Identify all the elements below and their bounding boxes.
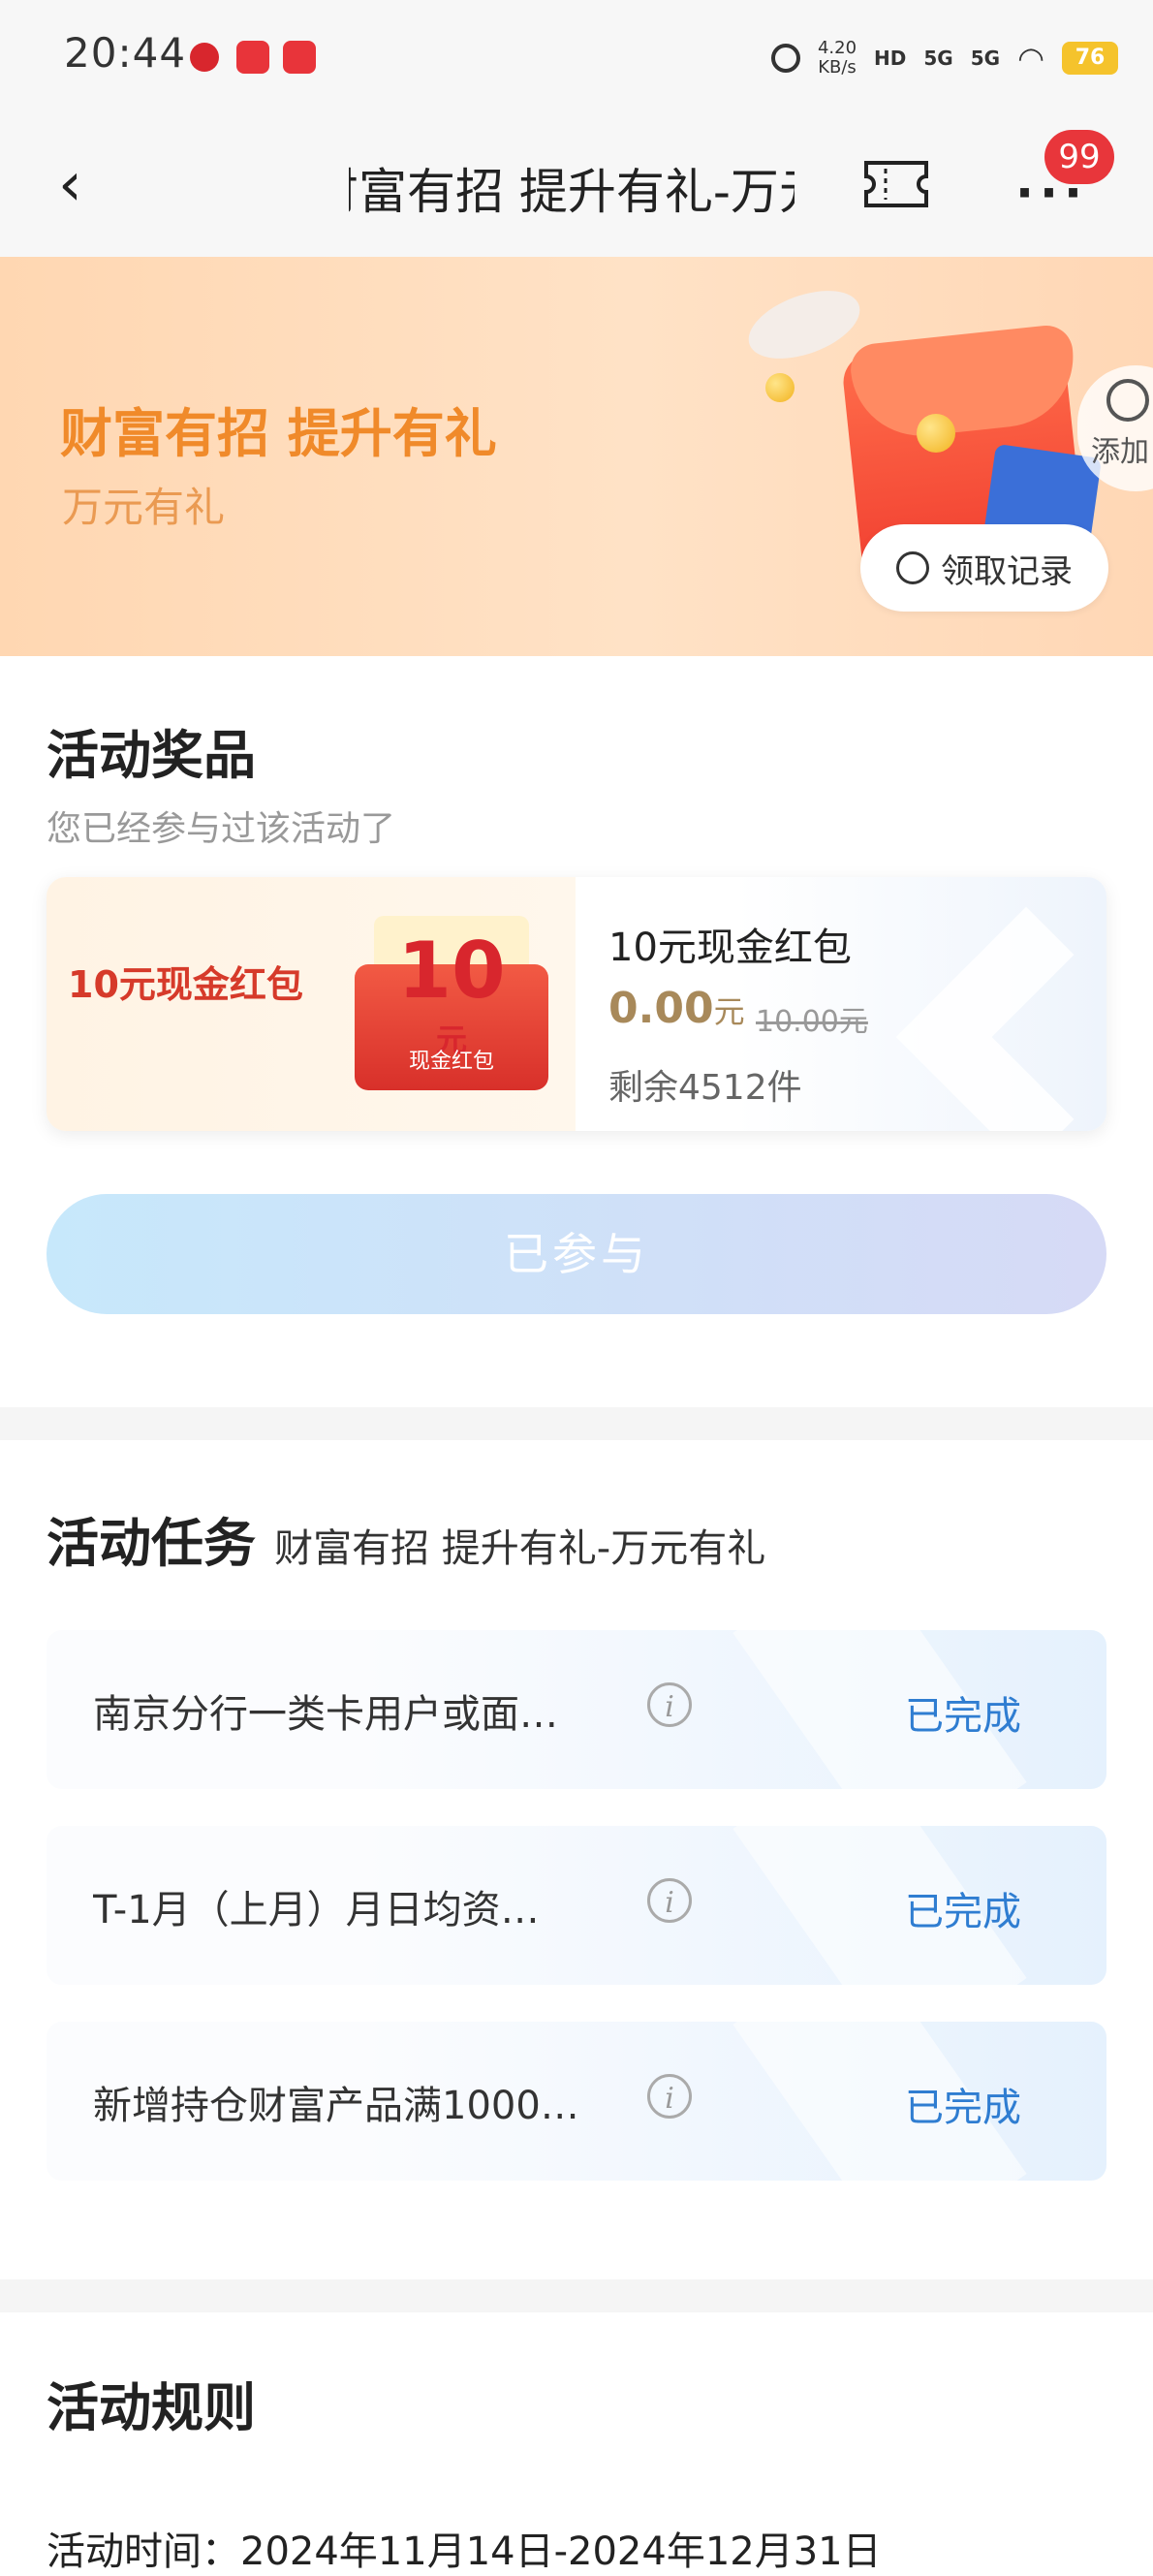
history-icon bbox=[896, 551, 929, 584]
prize-name: 10元现金红包 bbox=[608, 926, 852, 970]
app-notification-icon bbox=[236, 41, 269, 74]
activity-banner: 财富有招 提升有礼 万元有礼 添加 领取记录 bbox=[0, 257, 1153, 656]
signal-5g-icon: 5G bbox=[970, 47, 1001, 70]
unicom-icon bbox=[190, 43, 219, 72]
task-status: 已完成 bbox=[905, 1890, 1021, 1934]
red-envelope-caption: 现金红包 bbox=[408, 1050, 494, 1074]
section-divider bbox=[0, 2279, 1153, 2312]
page-title: 财富有招 提升有礼-万元有礼 bbox=[349, 153, 795, 221]
info-icon[interactable]: i bbox=[647, 2074, 692, 2119]
task-item[interactable]: T-1月（上月）月日均资… i 已完成 bbox=[47, 1826, 1106, 1985]
blimp-illustration bbox=[739, 277, 869, 372]
banner-title: 财富有招 提升有礼 bbox=[60, 403, 497, 464]
network-speed: 4.20 KB/s bbox=[818, 39, 857, 78]
rules-activity-time: 活动时间：2024年11月14日-2024年12月31日 bbox=[47, 2529, 882, 2574]
nav-bar: ‹ 财富有招 提升有礼-万元有礼 ··· 99 bbox=[0, 116, 1153, 257]
hd-icon: HD bbox=[874, 47, 907, 70]
network-speed-value: 4.20 bbox=[817, 38, 857, 58]
claim-record-label: 领取记录 bbox=[941, 551, 1073, 591]
network-speed-unit: KB/s bbox=[818, 57, 857, 78]
task-status: 已完成 bbox=[905, 2086, 1021, 2130]
task-item[interactable]: 新增持仓财富产品满1000… i 已完成 bbox=[47, 2022, 1106, 2181]
notification-badge: 99 bbox=[1044, 130, 1114, 184]
task-section-subtitle: 财富有招 提升有礼-万元有礼 bbox=[274, 1526, 766, 1571]
status-bar: 20:44 4.20 KB/s HD 5G 5G ◠ 76 bbox=[0, 0, 1153, 116]
prize-section-subtitle: 您已经参与过该活动了 bbox=[47, 809, 396, 849]
joined-button[interactable]: 已参与 bbox=[47, 1194, 1106, 1314]
battery-icon: 76 bbox=[1062, 42, 1118, 75]
red-envelope-amount: 10 bbox=[397, 926, 506, 1016]
prize-section-title: 活动奖品 bbox=[47, 725, 256, 786]
red-envelope-image: 10元 现金红包 bbox=[355, 916, 548, 1090]
info-icon[interactable]: i bbox=[647, 1878, 692, 1923]
prize-remaining-stock: 剩余4512件 bbox=[608, 1068, 802, 1108]
alarm-icon bbox=[770, 44, 800, 73]
prize-price-unit: 元 bbox=[713, 993, 745, 1030]
prize-original-price: 10.00元 bbox=[756, 1005, 868, 1039]
section-divider bbox=[0, 1407, 1153, 1440]
coin-icon bbox=[917, 414, 955, 453]
status-icons: 4.20 KB/s HD 5G 5G ◠ 76 bbox=[770, 37, 1118, 79]
task-item[interactable]: 南京分行一类卡用户或面… i 已完成 bbox=[47, 1630, 1106, 1789]
app-notification-icon bbox=[283, 41, 316, 74]
wifi-icon: ◠ bbox=[1017, 40, 1044, 77]
clock-icon bbox=[1106, 379, 1149, 422]
status-time: 20:44 bbox=[64, 29, 187, 77]
back-icon[interactable]: ‹ bbox=[58, 154, 116, 214]
prize-image-label: 10元现金红包 bbox=[68, 963, 303, 1006]
task-status: 已完成 bbox=[905, 1694, 1021, 1739]
coin-icon bbox=[765, 373, 795, 402]
banner-subtitle: 万元有礼 bbox=[62, 484, 226, 531]
prize-card[interactable]: 10元现金红包 10元 现金红包 10元现金红包 0.00元 10.00元 剩余… bbox=[47, 877, 1106, 1131]
prize-price-value: 0.00 bbox=[608, 984, 714, 1033]
info-icon[interactable]: i bbox=[647, 1682, 692, 1727]
task-label: 新增持仓财富产品满1000… bbox=[93, 2084, 579, 2128]
task-label: T-1月（上月）月日均资… bbox=[93, 1888, 540, 1932]
prize-price: 0.00元 bbox=[608, 984, 745, 1033]
ticket-icon[interactable] bbox=[862, 159, 930, 209]
claim-record-button[interactable]: 领取记录 bbox=[860, 524, 1108, 612]
task-section-title: 活动任务 bbox=[47, 1513, 256, 1574]
page-title-text: 财富有招 提升有礼-万元有礼 bbox=[349, 164, 795, 220]
chevron-decoration bbox=[895, 906, 1106, 1131]
signal-5g-icon: 5G bbox=[923, 47, 953, 70]
prize-image-area: 10元现金红包 10元 现金红包 bbox=[47, 877, 576, 1131]
rules-section-title: 活动规则 bbox=[47, 2377, 256, 2438]
task-label: 南京分行一类卡用户或面… bbox=[93, 1692, 558, 1737]
add-label: 添加 bbox=[1091, 435, 1149, 469]
task-section-header: 活动任务 财富有招 提升有礼-万元有礼 bbox=[47, 1500, 765, 1577]
